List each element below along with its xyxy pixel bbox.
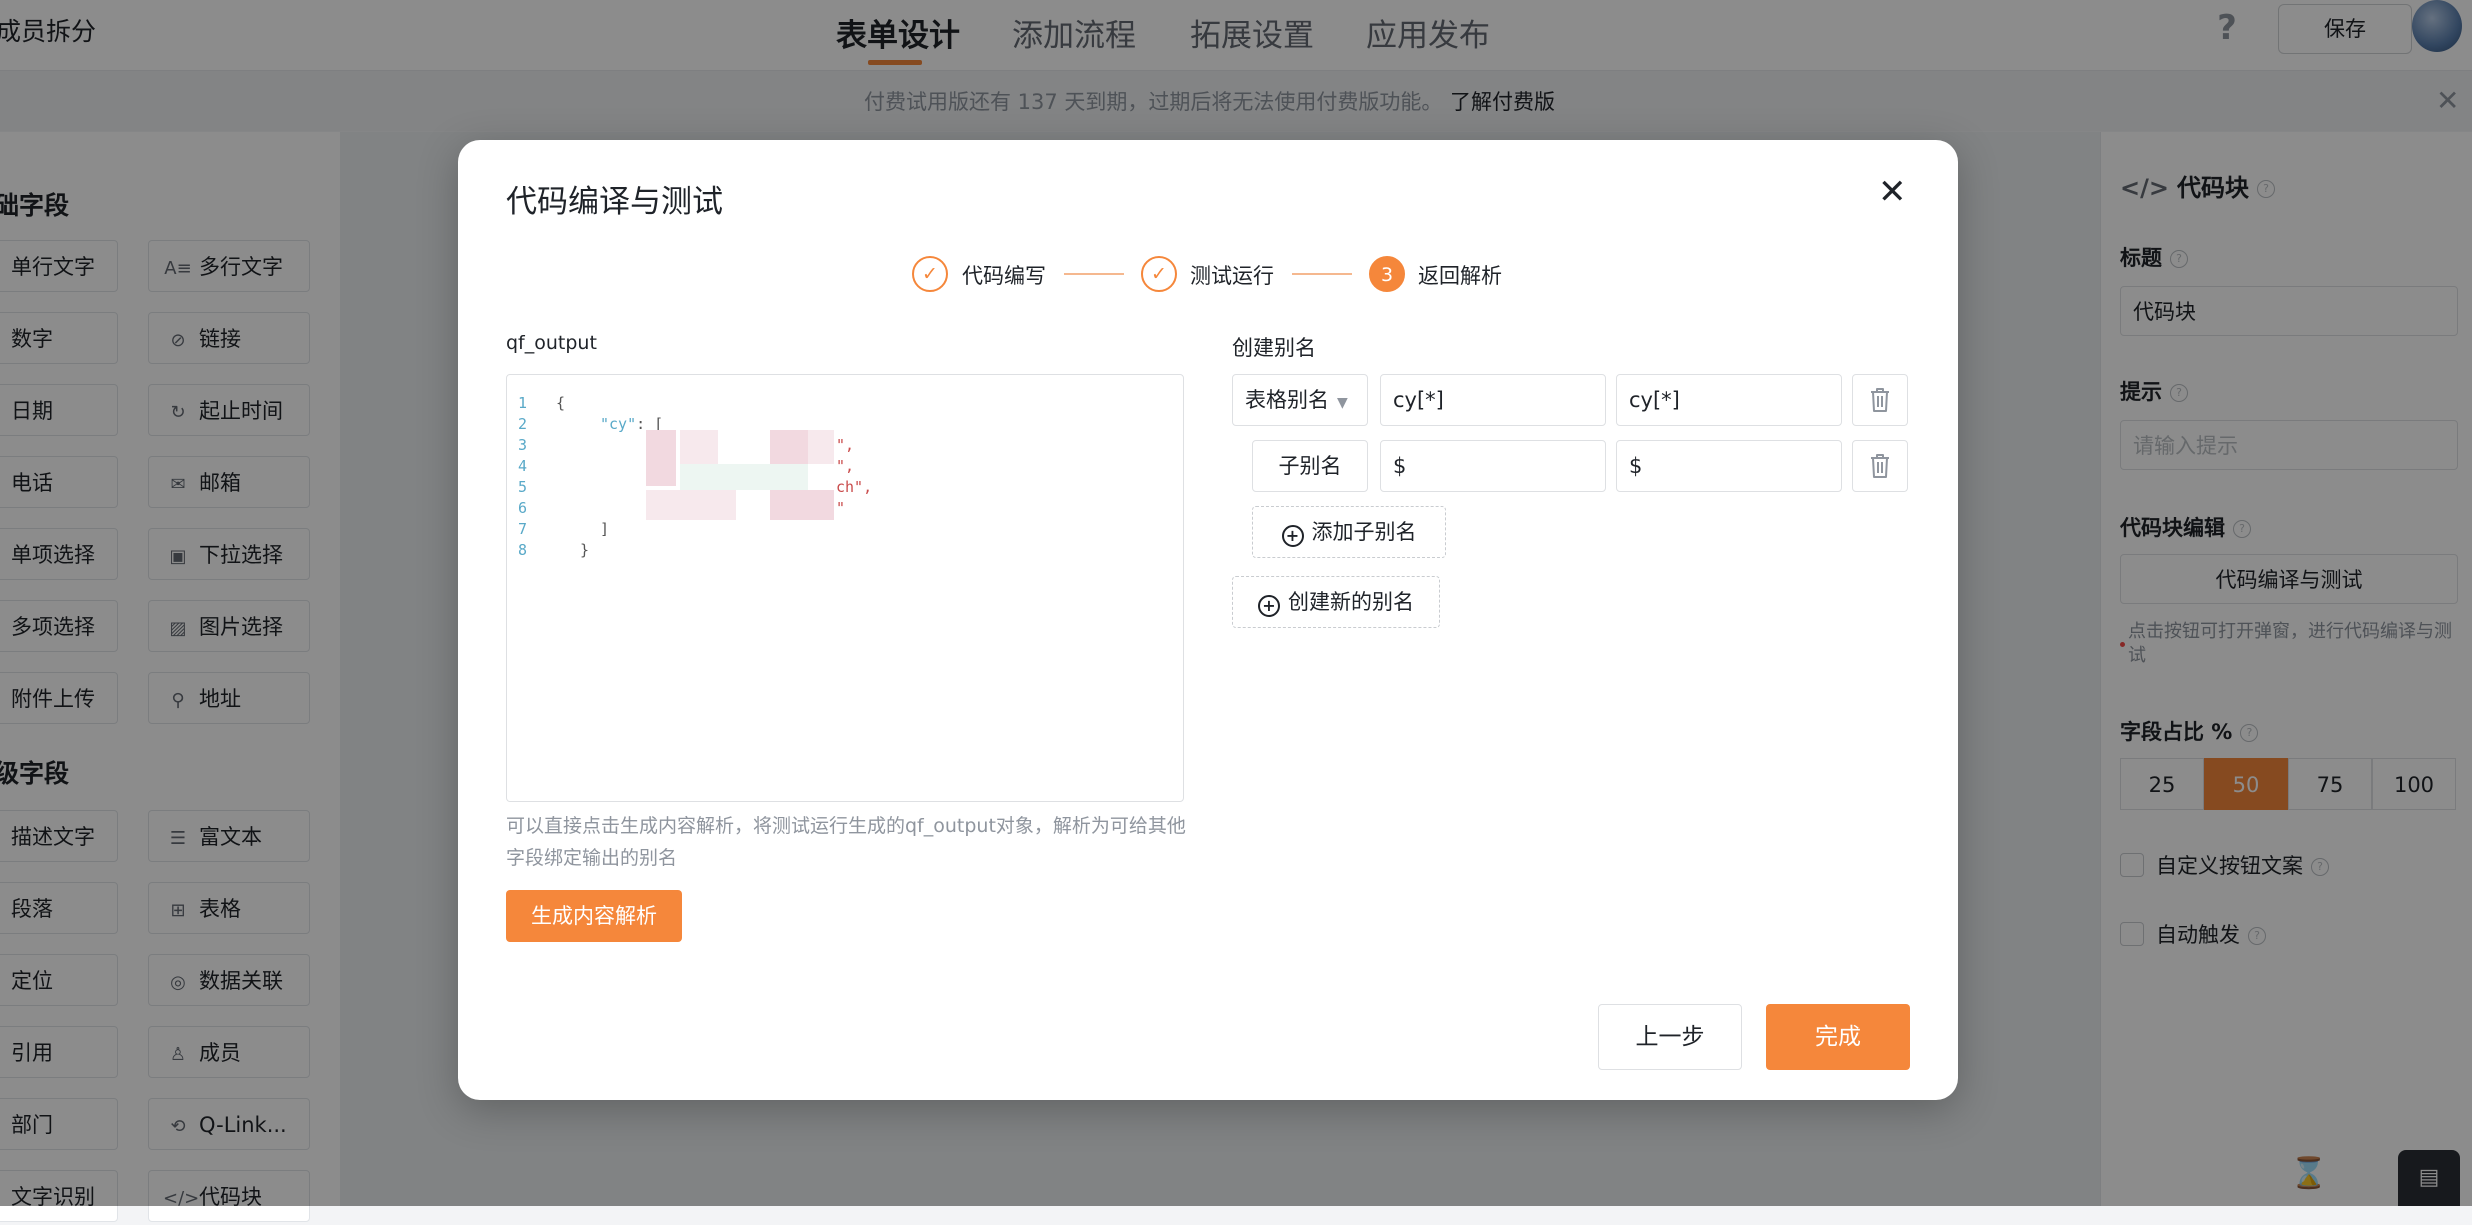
- generate-parse-button[interactable]: 生成内容解析: [506, 890, 682, 942]
- redacted-block: [646, 490, 736, 520]
- step-3-number: 3: [1369, 256, 1405, 292]
- code-line: {: [556, 394, 566, 412]
- sub-alias-name-input[interactable]: $: [1380, 440, 1606, 492]
- line-number: 2: [518, 415, 528, 433]
- plus-circle-icon: +: [1281, 525, 1304, 547]
- line-number: 4: [518, 457, 528, 475]
- delete-sub-alias-button[interactable]: [1852, 440, 1908, 492]
- dialog-title: 代码编译与测试: [506, 184, 723, 220]
- add-sub-alias-label: 添加子别名: [1311, 520, 1417, 544]
- trash-icon: [1871, 454, 1889, 478]
- output-label: qf_output: [506, 332, 597, 354]
- redacted-block: [646, 430, 676, 486]
- sub-alias-path-input[interactable]: $: [1616, 440, 1842, 492]
- sub-alias-type: 子别名: [1252, 440, 1368, 492]
- line-number: 8: [518, 541, 528, 559]
- code-line: }: [580, 541, 590, 559]
- redacted-block: [770, 490, 834, 520]
- redacted-block: [770, 430, 808, 464]
- redacted-block: [680, 430, 718, 464]
- code-line: ]: [600, 520, 610, 538]
- create-alias-label: 创建别名: [1232, 336, 1316, 360]
- step-1-check-icon: ✓: [912, 256, 948, 292]
- code-line: ",: [836, 457, 855, 475]
- step-2-label: 测试运行: [1190, 264, 1274, 288]
- create-alias-label-text: 创建新的别名: [1288, 590, 1414, 614]
- trash-icon: [1871, 388, 1889, 412]
- redacted-block: [808, 430, 834, 464]
- alias-type-select[interactable]: 表格别名 ▼: [1232, 374, 1368, 426]
- code-line: ": [836, 499, 846, 517]
- code-line: ",: [836, 436, 855, 454]
- finish-button[interactable]: 完成: [1766, 1004, 1910, 1070]
- code-line: ch",: [836, 478, 873, 496]
- line-number: 3: [518, 436, 528, 454]
- step-connector: [1064, 273, 1124, 275]
- step-1-label: 代码编写: [962, 264, 1046, 288]
- delete-alias-button[interactable]: [1852, 374, 1908, 426]
- alias-name-input[interactable]: cy[*]: [1380, 374, 1606, 426]
- line-number: 5: [518, 478, 528, 496]
- alias-type-value: 表格别名: [1245, 388, 1329, 412]
- code-key: "cy": [600, 415, 637, 433]
- line-number: 7: [518, 520, 528, 538]
- plus-circle-icon: +: [1258, 595, 1280, 617]
- line-number: 6: [518, 499, 528, 517]
- step-3-label: 返回解析: [1418, 264, 1502, 288]
- alias-path-input[interactable]: cy[*]: [1616, 374, 1842, 426]
- previous-step-button[interactable]: 上一步: [1598, 1004, 1742, 1070]
- add-sub-alias-button[interactable]: + 添加子别名: [1252, 506, 1446, 558]
- redacted-block: [680, 464, 808, 490]
- step-connector: [1292, 273, 1352, 275]
- line-number: 1: [518, 394, 528, 412]
- parse-hint: 可以直接点击生成内容解析，将测试运行生成的qf_output对象，解析为可给其他…: [506, 815, 1186, 869]
- step-2-check-icon: ✓: [1141, 256, 1177, 292]
- create-new-alias-button[interactable]: + 创建新的别名: [1232, 576, 1440, 628]
- caret-down-icon: ▼: [1337, 395, 1348, 411]
- close-icon[interactable]: ✕: [1878, 172, 1907, 212]
